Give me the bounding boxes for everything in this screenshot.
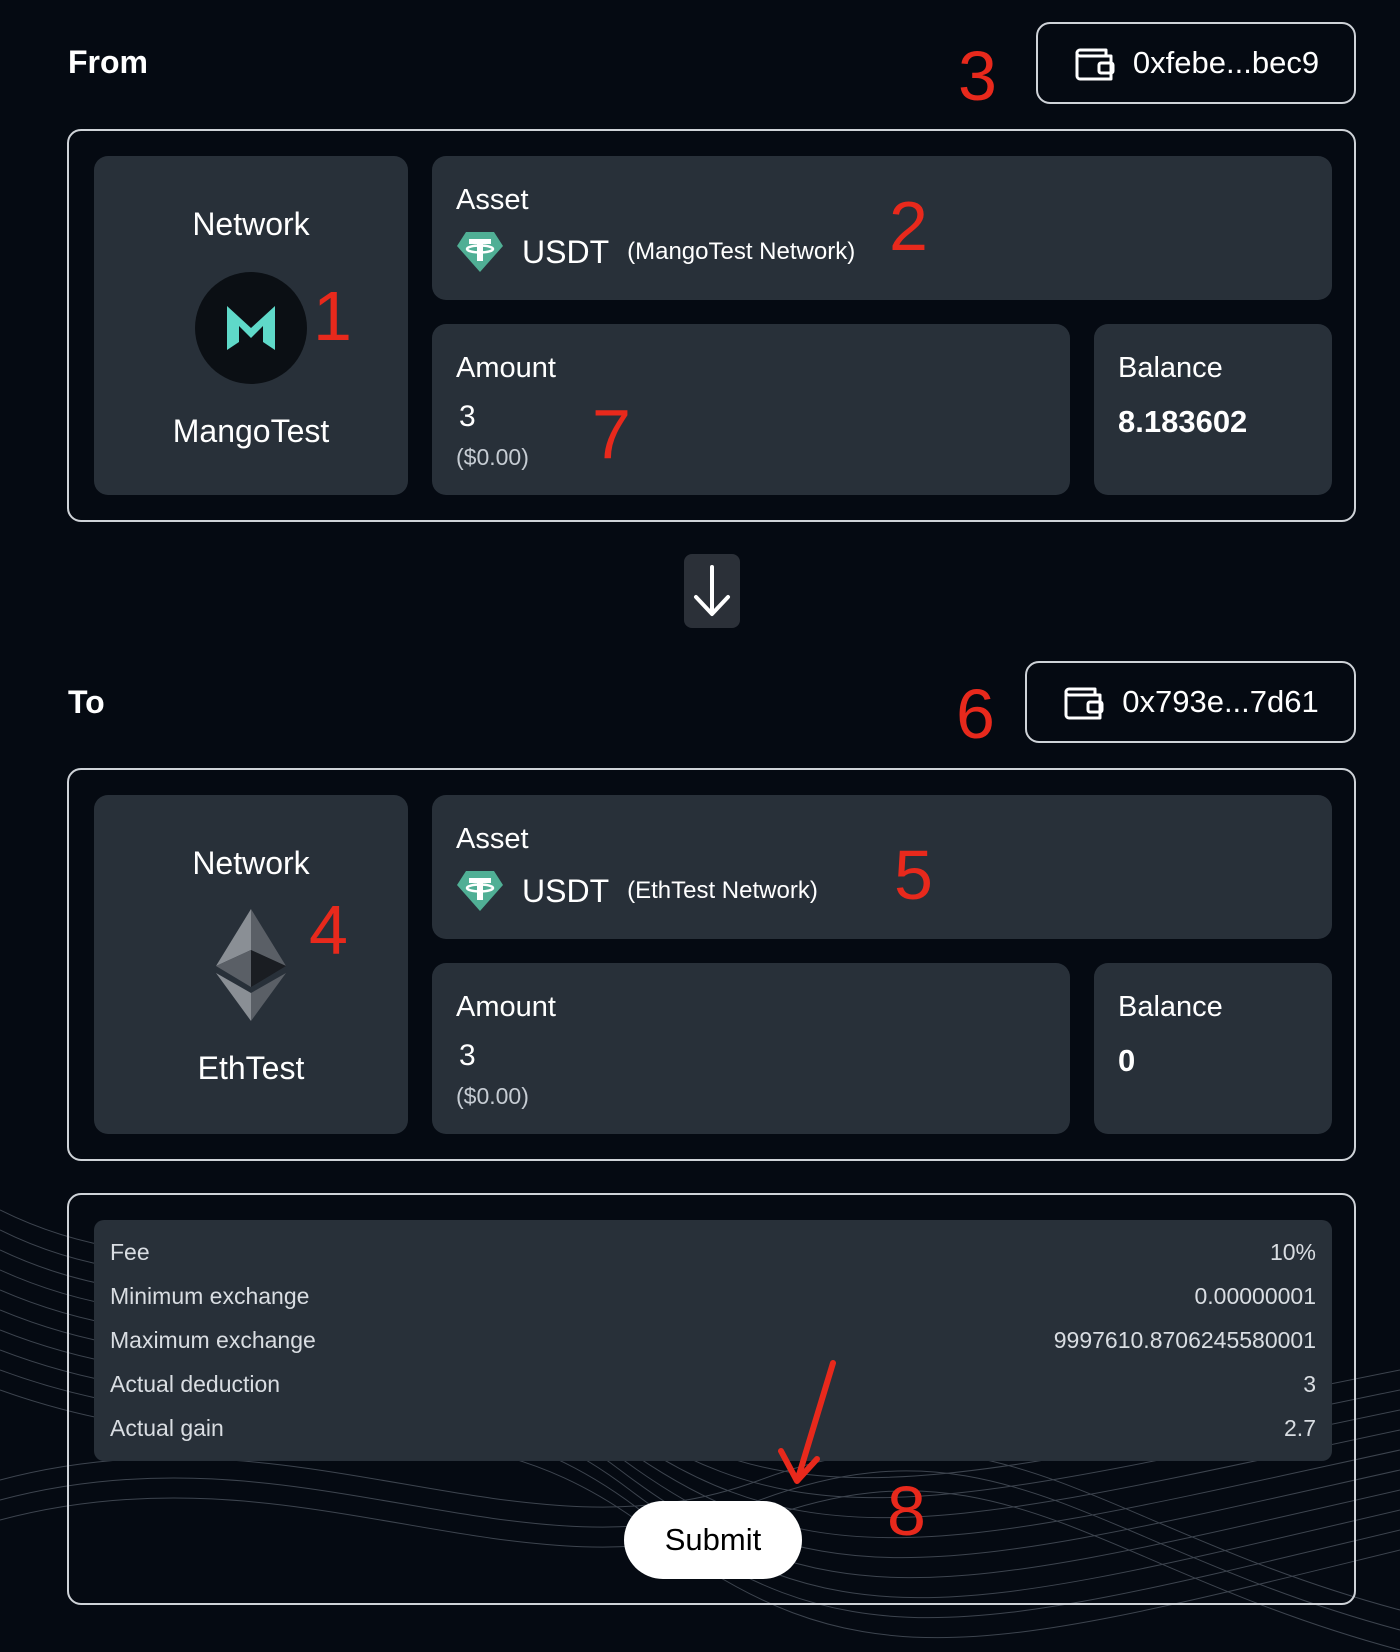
to-network-card[interactable]: Network EthTest 4 [94,795,408,1134]
asset-network: (EthTest Network) [627,877,818,904]
balance-label: Balance [1118,991,1223,1023]
asset-label: Asset [456,184,529,216]
network-label: Network [192,206,310,242]
annotation-8: 8 [887,1472,926,1550]
summary-panel: Fee 10% Minimum exchange 0.00000001 Maxi… [67,1193,1356,1605]
actual-gain-label: Actual gain [110,1414,224,1441]
wallet-icon [1075,48,1115,81]
from-wallet-button[interactable]: 0xfebe...bec9 [1036,22,1356,104]
arrow-down-icon [694,565,730,616]
annotation-5: 5 [894,836,933,914]
actual-deduction-value: 3 [1303,1370,1316,1397]
mango-logo-icon [195,272,307,384]
fee-value: 10% [1269,1238,1316,1265]
ethereum-logo-icon [216,909,286,1021]
max-exchange-label: Maximum exchange [110,1326,316,1353]
asset-label: Asset [456,823,529,855]
network-name: MangoTest [172,413,330,449]
annotation-3: 3 [958,37,997,115]
network-name: EthTest [197,1050,305,1086]
to-label: To [68,684,105,720]
annotation-7: 7 [592,395,631,473]
fee-label: Fee [110,1238,150,1265]
amount-label: Amount [456,352,556,384]
balance-label: Balance [1118,352,1223,384]
to-wallet-address: 0x793e...7d61 [1122,684,1319,719]
annotation-4: 4 [309,891,348,969]
annotation-arrow-icon [778,1360,836,1484]
from-amount-card[interactable]: Amount 3 ($0.00) 7 [432,324,1070,495]
from-asset-card[interactable]: Asset USDT (MangoTest Network) 2 [432,156,1332,300]
to-asset-card[interactable]: Asset USDT (EthTest Network) 5 [432,795,1332,939]
swap-direction-button[interactable] [684,554,740,628]
actual-gain-value: 2.7 [1284,1414,1316,1441]
wallet-icon [1064,687,1104,720]
min-exchange-value: 0.00000001 [1194,1282,1316,1309]
asset-symbol: USDT [522,872,610,909]
from-wallet-address: 0xfebe...bec9 [1132,45,1320,80]
network-label: Network [192,845,310,881]
to-balance-card: Balance 0 [1094,963,1332,1134]
balance-value: 0 [1118,1043,1136,1078]
min-exchange-label: Minimum exchange [110,1282,310,1309]
annotation-6: 6 [956,675,995,753]
to-amount-card[interactable]: Amount 3 ($0.00) [432,963,1070,1134]
max-exchange-row: Maximum exchange 9997610.8706245580001 [110,1318,1316,1362]
actual-deduction-row: Actual deduction 3 [110,1362,1316,1406]
to-wallet-button[interactable]: 0x793e...7d61 [1025,661,1356,743]
amount-input[interactable]: 3 [459,400,476,434]
asset-symbol: USDT [522,233,610,270]
from-label: From [68,44,148,80]
balance-value: 8.183602 [1118,404,1248,439]
annotation-1: 1 [313,277,352,355]
annotation-2: 2 [889,187,928,265]
max-exchange-value: 9997610.8706245580001 [1053,1326,1316,1353]
amount-label: Amount [456,991,556,1023]
min-exchange-row: Minimum exchange 0.00000001 [110,1274,1316,1318]
to-panel: Network EthTest 4 Asset USDT (EthTest Ne… [67,768,1356,1161]
from-panel: Network MangoTest 1 Asset USDT (MangoTes… [67,129,1356,522]
from-balance-card: Balance 8.183602 [1094,324,1332,495]
actual-gain-row: Actual gain 2.7 [110,1406,1316,1450]
from-network-card[interactable]: Network MangoTest 1 [94,156,408,495]
amount-usd: ($0.00) [456,444,529,470]
tether-icon [457,232,503,272]
amount-usd: ($0.00) [456,1083,529,1109]
tether-icon [457,871,503,911]
actual-deduction-label: Actual deduction [110,1370,281,1397]
asset-network: (MangoTest Network) [627,238,856,265]
fee-row: Fee 10% [110,1230,1316,1274]
amount-value: 3 [459,1039,476,1072]
submit-button[interactable]: Submit [624,1501,802,1579]
fee-details-card: Fee 10% Minimum exchange 0.00000001 Maxi… [94,1220,1332,1461]
